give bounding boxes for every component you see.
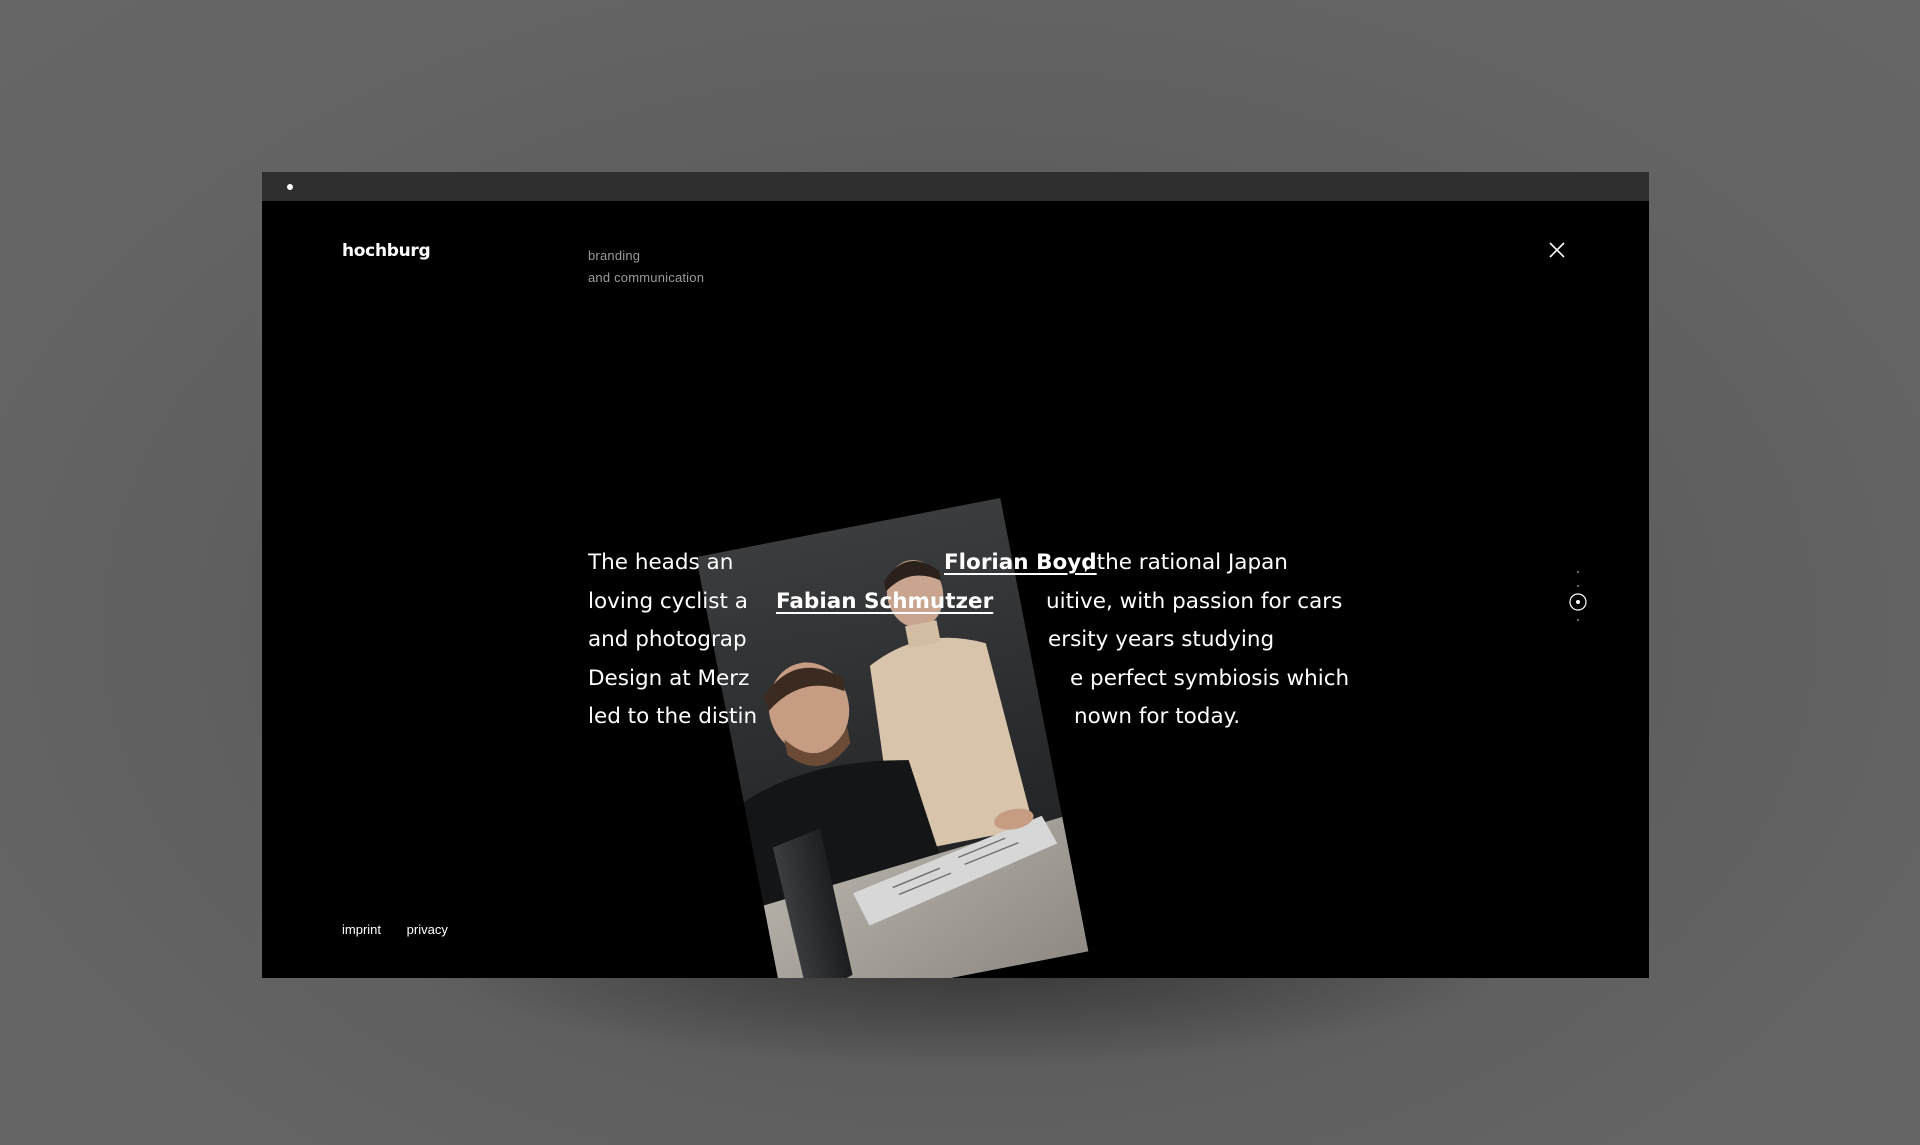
scroll-tick-upper	[1577, 585, 1579, 587]
window-control-dot[interactable]	[287, 184, 293, 190]
intro-line-2: loving cyclist a Fabian Schmutzer uitive…	[588, 583, 1378, 622]
intro-line-2-start: loving cyclist a	[588, 588, 748, 614]
intro-line-2-end: uitive, with passion for cars	[1046, 588, 1343, 614]
browser-window: hochburg branding and communication The …	[262, 172, 1649, 978]
page-content: hochburg branding and communication The …	[262, 201, 1649, 978]
intro-paragraph: The heads an Florian Boyd , the rational…	[588, 544, 1378, 737]
intro-line-5-start: led to the distin	[588, 704, 758, 729]
intro-line-4: Design at Merz e perfect symbiosis which	[588, 660, 1378, 699]
tagline: branding and communication	[588, 245, 704, 289]
brand-logo[interactable]: hochburg	[342, 241, 431, 261]
close-icon	[1549, 242, 1565, 258]
scroll-indicator-icon	[1569, 593, 1587, 611]
tagline-line-1: branding	[588, 248, 641, 263]
intro-line-3: and photograp ersity years studying	[588, 621, 1378, 660]
florian-boyd-link[interactable]: Florian Boyd	[944, 544, 1097, 583]
privacy-link[interactable]: privacy	[407, 922, 448, 937]
intro-line-3-end: ersity years studying	[1048, 627, 1275, 652]
close-button[interactable]	[1546, 239, 1568, 261]
footer-links: imprint privacy	[342, 922, 470, 937]
scroll-tick-lower	[1577, 619, 1579, 621]
intro-line-5: led to the distin nown for today.	[588, 698, 1378, 737]
imprint-link[interactable]: imprint	[342, 922, 381, 937]
intro-line-1: The heads an Florian Boyd , the rational…	[588, 544, 1378, 583]
intro-line-3-start: and photograp	[588, 627, 747, 652]
intro-line-4-end: e perfect symbiosis which	[1070, 665, 1350, 691]
intro-line-1-end: , the rational Japan	[1083, 550, 1288, 575]
intro-line-1-start: The heads an	[588, 550, 734, 575]
tagline-line-2: and communication	[588, 270, 705, 285]
window-titlebar	[262, 172, 1649, 201]
intro-line-5-end: nown for today.	[1074, 704, 1241, 729]
scroll-indicator[interactable]	[1568, 571, 1588, 631]
fabian-schmutzer-link[interactable]: Fabian Schmutzer	[776, 583, 993, 622]
scroll-tick-top	[1577, 571, 1579, 573]
intro-line-4-start: Design at Merz	[588, 665, 750, 691]
